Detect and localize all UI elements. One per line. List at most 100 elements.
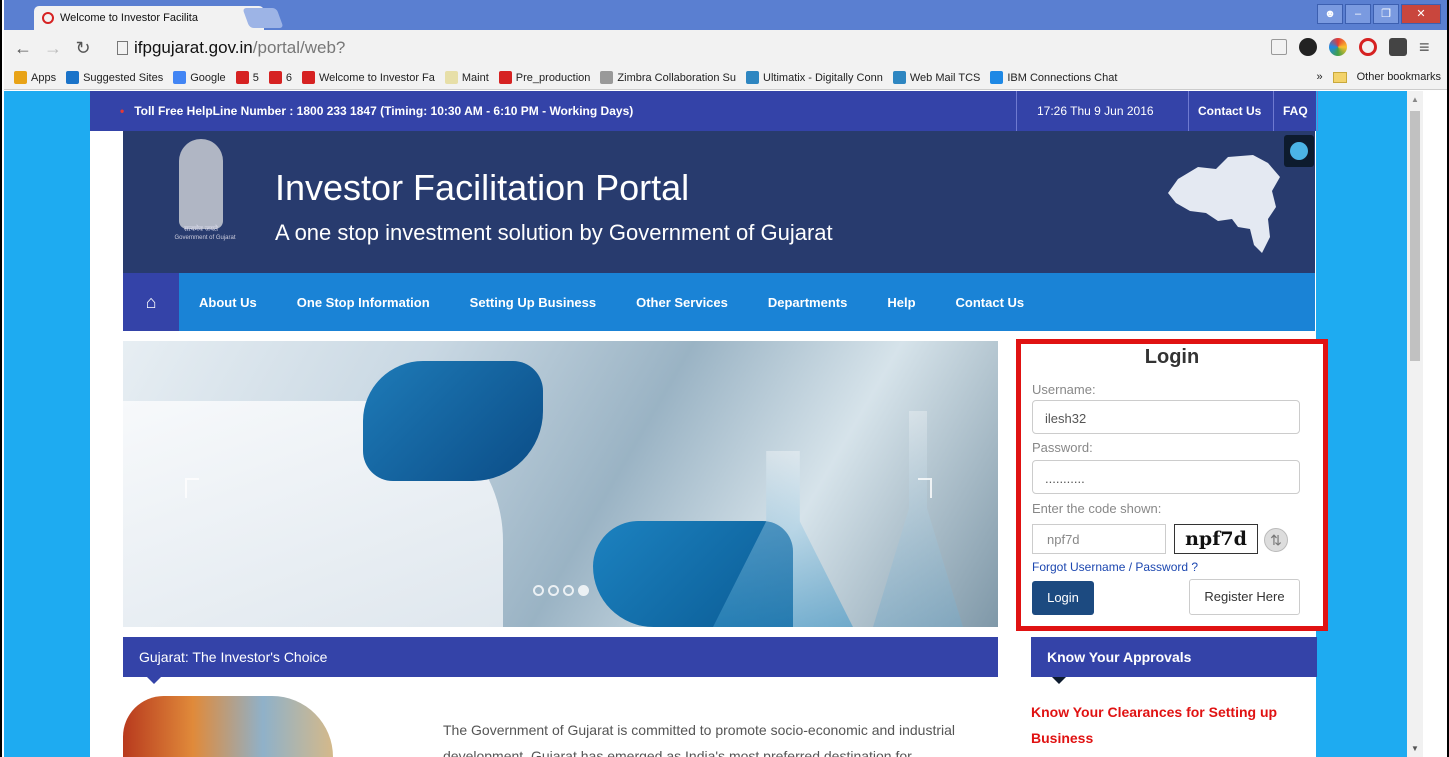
slider-dot[interactable] [533,585,544,596]
bookmarks-more[interactable]: » [1317,71,1323,83]
star-icon[interactable] [1271,39,1287,55]
gujarat-map-icon [1168,155,1280,253]
forgot-link[interactable]: Forgot Username / Password ? [1032,560,1198,574]
nav-one-stop-information[interactable]: One Stop Information [297,295,430,310]
bookmark-label: 5 [252,71,259,84]
login-heading: Login [1144,346,1200,368]
other-bookmarks[interactable]: Other bookmarks [1357,71,1441,83]
bookmark-label: Apps [31,71,57,84]
url-host: ifpgujarat.gov.in [134,38,253,57]
bookmark-label: Zimbra Collaboration Su [617,71,737,84]
investor-choice-header: Gujarat: The Investor's Choice [123,637,998,684]
bookmark-icon [498,71,512,84]
page-scrollbar[interactable]: ▲ ▼ [1407,91,1423,757]
username-field[interactable]: ilesh32 [1032,400,1300,434]
bookmark-label: Maint [461,71,489,84]
gujarat-culture-image [123,696,333,757]
extension-box-icon[interactable] [1389,38,1407,56]
bookmark-item[interactable]: Maint [444,71,489,84]
bookmark-icon [66,71,80,84]
username-label: Username: [1032,382,1096,397]
bookmark-icon [301,71,315,84]
bookmark-label: IBM Connections Chat [1007,71,1118,84]
bookmark-item[interactable]: 6 [268,71,292,84]
bookmark-item[interactable]: Apps [14,71,56,84]
bookmark-icon [444,71,458,84]
browser-window: Welcome to Investor Facilita × ☻ – ❐ ✕ ←… [0,0,1449,757]
captcha-input[interactable]: npf7d [1032,524,1166,554]
bookmark-icon [746,71,760,84]
bookmark-item[interactable]: Welcome to Investor Fa [301,71,435,84]
bookmarks-overflow: » Other bookmarks [1317,71,1442,83]
new-tab-button[interactable] [242,8,284,28]
user-icon[interactable]: ☻ [1317,4,1343,24]
phone-icon[interactable] [1284,135,1314,167]
bookmark-item[interactable]: Web Mail TCS [892,71,981,84]
page-icon [117,41,128,55]
opera-icon[interactable] [1359,38,1377,56]
emblem-logo: सत्यमेव जयते Government of Gujarat [173,139,236,245]
password-label: Password: [1032,440,1093,455]
address-bar[interactable]: ifpgujarat.gov.in/portal/web? [134,38,345,58]
datetime: 17:26 Thu 9 Jun 2016 [1016,91,1170,131]
bookmark-item[interactable]: Google [173,71,226,84]
slider-next-icon[interactable] [918,478,932,498]
clearances-link[interactable]: Know Your Clearances for Setting up Busi… [1031,699,1321,751]
portal-subtitle: A one stop investment solution by Govern… [275,220,833,245]
contact-link[interactable]: Contact Us [1188,91,1270,131]
header-banner: सत्यमेव जयते Government of Gujarat Inves… [123,131,1315,273]
extension-color-icon[interactable] [1329,38,1347,56]
bookmark-label: Web Mail TCS [909,71,981,84]
bookmark-item[interactable]: Zimbra Collaboration Su [600,71,736,84]
bookmark-icon [268,71,282,84]
bookmark-label: Google [190,71,226,84]
reload-icon[interactable]: ↻ [72,38,94,59]
scrollbar-thumb[interactable] [1410,111,1420,361]
extension-icons: ≡ [1271,38,1437,56]
captcha-refresh-icon[interactable]: ⇅ [1264,528,1288,552]
approvals-header: Know Your Approvals [1031,637,1317,684]
extension-dark-icon[interactable] [1299,38,1317,56]
main-nav: ⌂ About Us One Stop Information Setting … [123,273,1315,331]
url-path: /portal/web? [252,38,346,57]
home-icon[interactable]: ⌂ [123,273,179,331]
nav-setting-up-business[interactable]: Setting Up Business [470,295,596,310]
bookmark-label: 6 [285,71,292,84]
bookmark-item[interactable]: 5 [235,71,259,84]
helpline-bar: Toll Free HelpLine Number : 1800 233 184… [90,91,1318,131]
bookmark-item[interactable]: Pre_production [498,71,590,84]
bookmark-icon [14,71,27,84]
nav-help[interactable]: Help [887,295,915,310]
back-icon[interactable]: ← [12,38,34,59]
register-button[interactable]: Register Here [1189,579,1300,615]
bookmark-item[interactable]: IBM Connections Chat [990,71,1117,84]
nav-contact-us[interactable]: Contact Us [956,295,1025,310]
slider-dots [533,585,589,596]
slider-prev-icon[interactable] [185,478,199,498]
bookmark-item[interactable]: Ultimatix - Digitally Conn [746,71,883,84]
close-window-button[interactable]: ✕ [1401,4,1441,24]
forward-icon[interactable]: → [42,38,64,59]
helpline-text: Toll Free HelpLine Number : 1800 233 184… [120,104,633,118]
nav-about-us[interactable]: About Us [199,295,257,310]
maximize-button[interactable]: ❐ [1373,4,1399,24]
page-viewport: Toll Free HelpLine Number : 1800 233 184… [4,91,1407,757]
faq-link[interactable]: FAQ [1273,91,1318,131]
bookmark-icon [600,71,614,84]
password-field[interactable]: ........... [1032,460,1300,494]
bookmark-item[interactable]: Suggested Sites [66,71,163,84]
menu-icon[interactable]: ≡ [1419,38,1437,56]
bookmark-icon [173,71,187,84]
emblem-caption: Government of Gujarat [174,235,236,241]
minimize-button[interactable]: – [1345,4,1371,24]
slider-dot[interactable] [548,585,559,596]
bookmark-icon [892,71,906,84]
nav-departments[interactable]: Departments [768,295,847,310]
nav-other-services[interactable]: Other Services [636,295,728,310]
slider-dot[interactable] [578,585,589,596]
login-panel: Login Username: ilesh32 Password: ......… [1016,339,1328,631]
slider-dot[interactable] [563,585,574,596]
browser-tab[interactable]: Welcome to Investor Facilita × [34,6,264,30]
portal-title: Investor Facilitation Portal [275,167,690,208]
login-button[interactable]: Login [1032,581,1094,615]
